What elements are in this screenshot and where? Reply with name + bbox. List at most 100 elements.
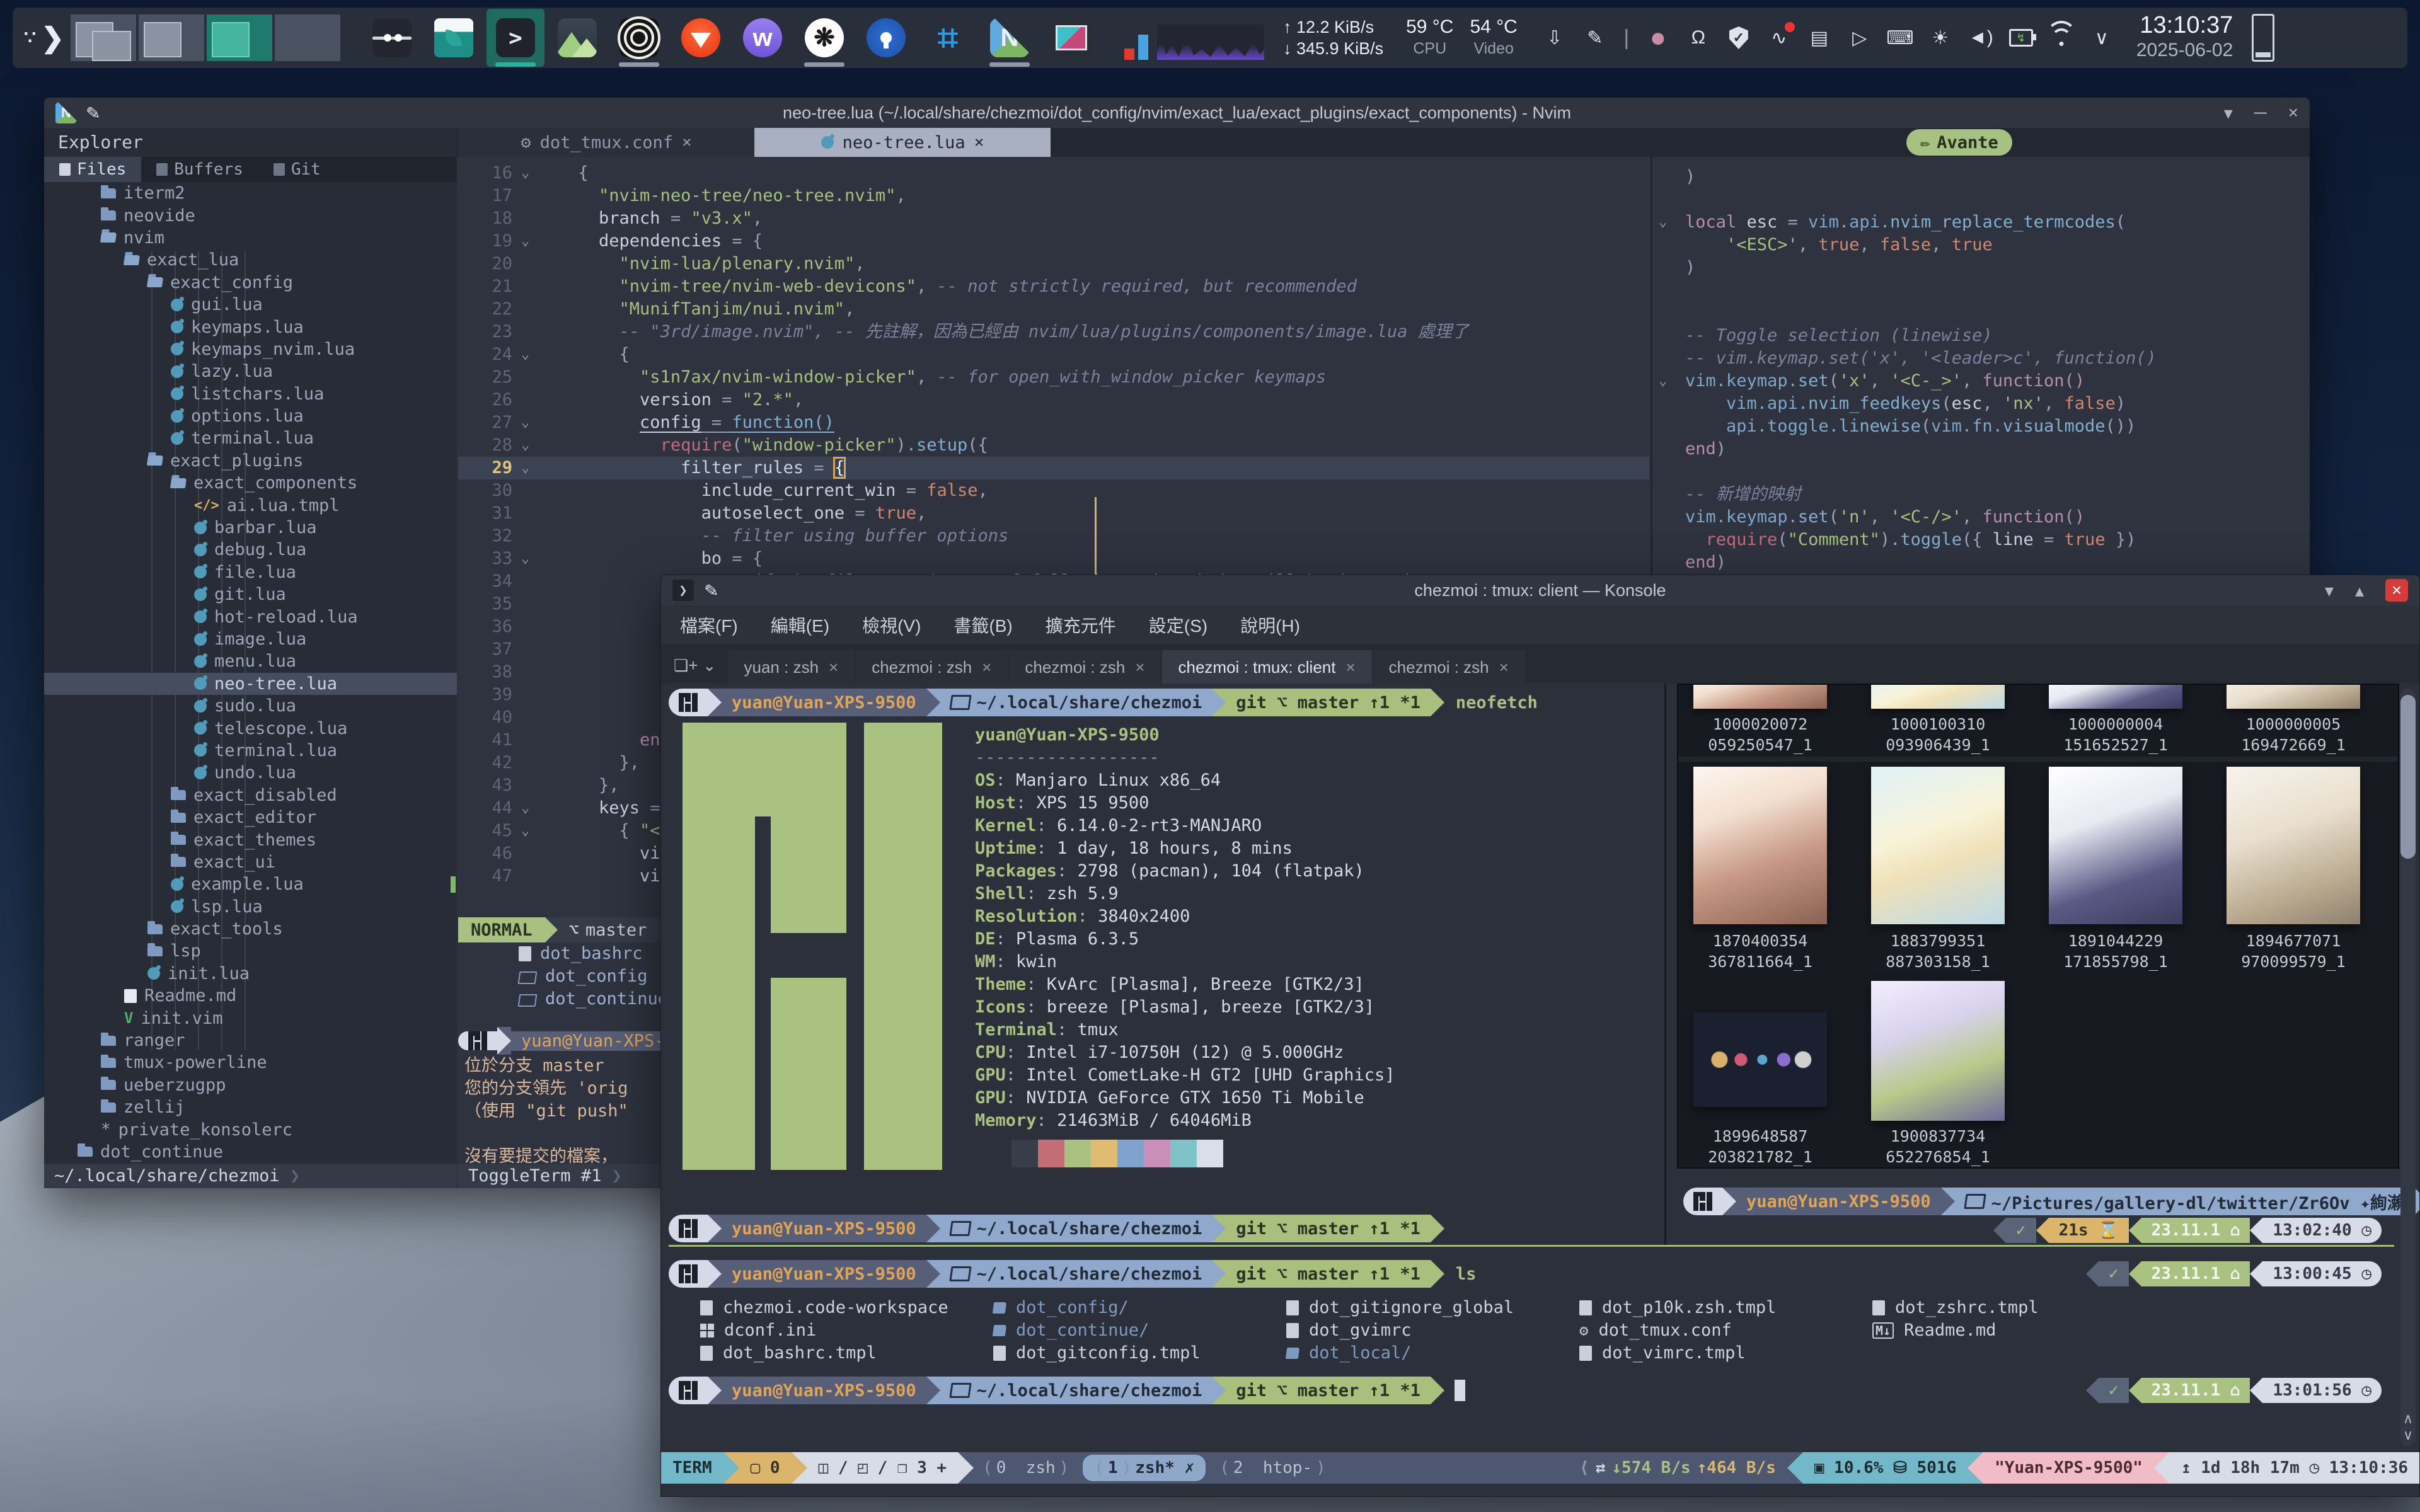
tree-item-undo.lua[interactable]: undo.lua: [44, 762, 457, 784]
shield-check-icon[interactable]: ✓: [1727, 26, 1751, 50]
tmux-window-2[interactable]: ( 2 htop- ): [1211, 1452, 1335, 1484]
task-neovim[interactable]: N: [981, 9, 1039, 67]
tree-item-hot-reload.lua[interactable]: hot-reload.lua: [44, 605, 457, 627]
close-tab-icon[interactable]: ×: [1499, 658, 1509, 677]
konsole-tab[interactable]: chezmoi : zsh×: [855, 650, 1008, 684]
tree-item-terminal.lua[interactable]: terminal.lua: [44, 427, 457, 449]
close-tab-icon[interactable]: ×: [1135, 658, 1144, 677]
notifications-bell-icon[interactable]: Ω: [1686, 26, 1710, 50]
tree-item-exact_themes[interactable]: exact_themes: [44, 828, 457, 850]
nvim-titlebar[interactable]: N ✏ neo-tree.lua (~/.local/share/chezmoi…: [44, 98, 2310, 128]
clipboard-icon[interactable]: ▤: [1807, 26, 1831, 50]
expand-tray-icon[interactable]: ∨: [2090, 26, 2114, 50]
close-tab-icon[interactable]: ×: [829, 658, 838, 677]
menu-item[interactable]: 檢視(V): [862, 612, 921, 638]
tab-avante[interactable]: ✏ Avante: [1906, 129, 2012, 156]
konsole-tab[interactable]: chezmoi : tmux: client×: [1162, 650, 1373, 684]
tree-item-gui.lua[interactable]: gui.lua: [44, 294, 457, 316]
task-brave[interactable]: [672, 9, 730, 67]
tree-item-exact_ui[interactable]: exact_ui: [44, 851, 457, 873]
tree-item-zellij[interactable]: zellij: [44, 1096, 457, 1118]
tree-item-example.lua[interactable]: example.lua: [44, 873, 457, 895]
tree-item-telescope.lua[interactable]: telescope.lua: [44, 717, 457, 739]
menu-item[interactable]: 編輯(E): [771, 612, 829, 638]
tree-item-iterm2[interactable]: iterm2: [44, 182, 457, 204]
new-tab-button[interactable]: ❏+ ⌄: [670, 656, 728, 684]
task-vscode[interactable]: ⌗: [919, 9, 977, 67]
recording-dot-icon[interactable]: ●: [1646, 26, 1670, 50]
tree-item-options.lua[interactable]: options.lua: [44, 405, 457, 427]
nvim-window-button-1[interactable]: ─: [2254, 103, 2267, 123]
menu-item[interactable]: 說明(H): [1240, 612, 1300, 638]
konsole-tab[interactable]: chezmoi : zsh×: [1373, 650, 1526, 684]
virtual-desktop-2[interactable]: [139, 14, 204, 61]
tmux-terminal[interactable]: yuan@Yuan-XPS-9500~/.local/share/chezmoi…: [661, 684, 2419, 1451]
konsole-tab[interactable]: chezmoi : zsh×: [1008, 650, 1161, 684]
virtual-desktop-pager[interactable]: [71, 14, 340, 61]
menu-item[interactable]: 設定(S): [1149, 612, 1207, 638]
close-tab-icon[interactable]: ×: [1345, 658, 1355, 677]
tree-item-debug.lua[interactable]: debug.lua: [44, 539, 457, 561]
system-monitor-graphs[interactable]: [1124, 16, 1264, 60]
brightness-icon[interactable]: ☀: [1928, 26, 1952, 50]
close-tab-icon[interactable]: ×: [974, 133, 984, 152]
tree-item-dot_continue[interactable]: dot_continue: [44, 1141, 457, 1163]
sync-alert-icon[interactable]: ∿: [1767, 26, 1791, 50]
tree-item-init.vim[interactable]: Vinit.vim: [44, 1007, 457, 1029]
tree-item-image.lua[interactable]: image.lua: [44, 628, 457, 650]
tree-item-nvim[interactable]: nvim: [44, 227, 457, 249]
tree-item-exact_lua[interactable]: exact_lua: [44, 249, 457, 271]
konsole-tab[interactable]: yuan : zsh×: [728, 650, 856, 684]
virtual-desktop-1[interactable]: [71, 14, 136, 61]
konsole-scrollbar-thumb[interactable]: [2400, 695, 2416, 859]
task-media-circles[interactable]: [610, 9, 668, 67]
volume-icon[interactable]: ◄): [1969, 26, 1993, 50]
explorer-tab-files[interactable]: Files: [44, 157, 141, 182]
color-picker-icon[interactable]: ✎: [1583, 26, 1607, 50]
tree-item-barbar.lua[interactable]: barbar.lua: [44, 517, 457, 539]
konsole-window-button-1[interactable]: ▴: [2355, 580, 2364, 601]
virtual-desktop-3[interactable]: [207, 14, 272, 61]
menu-item[interactable]: 檔案(F): [680, 612, 738, 638]
task-chat-w[interactable]: w: [734, 9, 792, 67]
task-tweaks[interactable]: [363, 9, 421, 67]
tree-item-git.lua[interactable]: git.lua: [44, 583, 457, 605]
tree-item-exact_config[interactable]: exact_config: [44, 272, 457, 294]
tree-item-terminal.lua[interactable]: terminal.lua: [44, 740, 457, 762]
tree-item-exact_components[interactable]: exact_components: [44, 472, 457, 494]
virtual-desktop-4[interactable]: [275, 14, 340, 61]
explorer-tab-buffers[interactable]: Buffers: [141, 157, 258, 182]
tree-item-menu.lua[interactable]: menu.lua: [44, 650, 457, 672]
task-konsole[interactable]: >: [487, 9, 544, 67]
tmux-window-0[interactable]: ( 0 zsh ): [974, 1452, 1078, 1484]
tree-item-sudo.lua[interactable]: sudo.lua: [44, 695, 457, 717]
tree-item-file.lua[interactable]: file.lua: [44, 561, 457, 583]
tree-item-lazy.lua[interactable]: lazy.lua: [44, 360, 457, 382]
task-image-viewer[interactable]: [548, 9, 606, 67]
media-play-icon[interactable]: ▷: [1848, 26, 1872, 50]
tab-neo-tree.lua[interactable]: neo-tree.lua×: [754, 128, 1051, 157]
tree-item-keymaps.lua[interactable]: keymaps.lua: [44, 316, 457, 338]
tree-item-tmux-powerline[interactable]: tmux-powerline: [44, 1051, 457, 1074]
tree-item-exact_editor[interactable]: exact_editor: [44, 806, 457, 828]
tree-item-keymaps_nvim.lua[interactable]: keymaps_nvim.lua: [44, 338, 457, 360]
menu-item[interactable]: 書籤(B): [954, 612, 1012, 638]
tab-dot_tmux.conf[interactable]: ⚙dot_tmux.conf×: [458, 128, 754, 157]
tree-item-neovide[interactable]: neovide: [44, 204, 457, 226]
task-chatgpt[interactable]: ❋: [795, 9, 853, 67]
tree-item-ueberzugpp[interactable]: ueberzugpp: [44, 1074, 457, 1096]
task-password-manager[interactable]: [857, 9, 915, 67]
konsole-window-button-0[interactable]: ▾: [2325, 580, 2334, 601]
temperature-widget[interactable]: 59 °CCPU54 °CVideo: [1390, 16, 1518, 59]
close-tab-icon[interactable]: ×: [682, 133, 692, 152]
close-tab-icon[interactable]: ×: [982, 658, 991, 677]
wifi-icon[interactable]: [2049, 26, 2073, 50]
tree-item-listchars.lua[interactable]: listchars.lua: [44, 383, 457, 405]
menu-item[interactable]: 擴充元件: [1046, 612, 1116, 638]
explorer-tab-git[interactable]: Git: [258, 157, 336, 182]
konsole-scrollbar-arrows[interactable]: ∧∨: [2400, 1411, 2416, 1443]
task-dolphin[interactable]: [425, 9, 483, 67]
clock-widget[interactable]: 13:10:37 2025-06-02: [2136, 13, 2233, 63]
battery-icon[interactable]: ↯: [2009, 26, 2033, 50]
nvim-window-button-0[interactable]: ▾: [2224, 103, 2233, 123]
